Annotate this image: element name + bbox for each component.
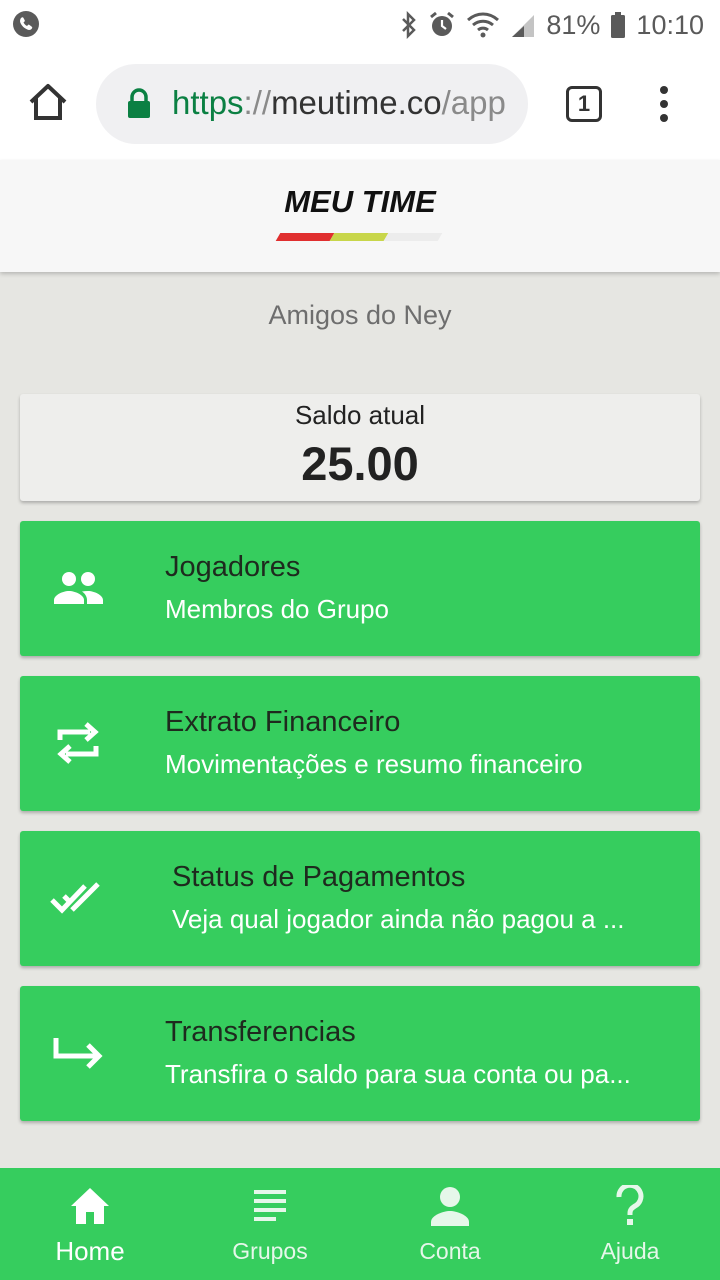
menu-card-subtitle: Veja qual jogador ainda não pagou a ... — [172, 904, 625, 934]
app-header: MEU TIME — [0, 160, 720, 272]
person-icon — [360, 1184, 540, 1228]
swap-icon — [50, 718, 106, 768]
bottom-navigation: Home Grupos Conta Ajuda — [0, 1168, 720, 1280]
menu-card-extrato[interactable]: Extrato Financeiro Movimentações e resum… — [20, 676, 700, 811]
signal-icon — [510, 11, 536, 39]
menu-card-title: Transferencias — [165, 1016, 356, 1048]
nav-label: Conta — [419, 1238, 481, 1264]
list-icon — [180, 1184, 360, 1228]
bluetooth-icon — [400, 11, 418, 39]
help-icon — [540, 1184, 720, 1228]
url-separator: :// — [243, 84, 272, 121]
balance-value: 25.00 — [301, 437, 419, 490]
menu-card-status-pagamentos[interactable]: Status de Pagamentos Veja qual jogador a… — [20, 831, 700, 966]
clock: 10:10 — [636, 9, 704, 40]
nav-label: Home — [55, 1236, 125, 1266]
menu-card-title: Extrato Financeiro — [165, 706, 401, 738]
phone-call-icon — [12, 10, 40, 43]
balance-card: Saldo atual 25.00 — [20, 394, 700, 501]
url-host: meutime.co — [271, 84, 442, 121]
browser-home-icon[interactable] — [26, 80, 70, 124]
double-check-icon — [50, 873, 106, 923]
overflow-menu-icon[interactable] — [656, 86, 672, 126]
menu-card-subtitle: Membros do Grupo — [165, 594, 389, 624]
home-icon — [0, 1184, 180, 1228]
redirect-arrow-icon — [50, 1028, 106, 1078]
nav-grupos[interactable]: Grupos — [180, 1168, 360, 1280]
menu-card-subtitle: Movimentações e resumo financeiro — [165, 749, 583, 779]
app-logo: MEU TIME — [284, 184, 436, 219]
url-scheme: https — [172, 84, 244, 121]
url-text: https://meutime.co/app — [172, 84, 506, 122]
menu-card-subtitle: Transfira o saldo para sua conta ou pa..… — [165, 1059, 631, 1089]
nav-label: Ajuda — [600, 1238, 660, 1264]
alarm-icon — [428, 11, 456, 39]
tab-switcher-button[interactable]: 1 — [566, 86, 602, 122]
browser-toolbar: https://meutime.co/app 1 — [0, 50, 720, 160]
url-bar[interactable]: https://meutime.co/app — [96, 64, 528, 144]
battery-percent: 81% — [546, 9, 601, 40]
status-bar: 81% 10:10 — [0, 0, 720, 50]
nav-label: Grupos — [232, 1238, 308, 1264]
menu-card-title: Status de Pagamentos — [172, 861, 466, 893]
group-name: Amigos do Ney — [268, 300, 452, 330]
nav-home[interactable]: Home — [0, 1168, 180, 1280]
battery-icon — [610, 11, 626, 39]
menu-card-jogadores[interactable]: Jogadores Membros do Grupo — [20, 521, 700, 656]
logo-stripe — [275, 233, 443, 241]
menu-card-transferencias[interactable]: Transferencias Transfira o saldo para su… — [20, 986, 700, 1121]
group-icon — [50, 563, 106, 613]
nav-conta[interactable]: Conta — [360, 1168, 540, 1280]
balance-label: Saldo atual — [294, 400, 426, 430]
url-path: /app — [441, 84, 506, 121]
lock-icon — [126, 88, 152, 125]
menu-card-title: Jogadores — [165, 551, 301, 583]
wifi-icon — [466, 11, 500, 39]
nav-ajuda[interactable]: Ajuda — [540, 1168, 720, 1280]
